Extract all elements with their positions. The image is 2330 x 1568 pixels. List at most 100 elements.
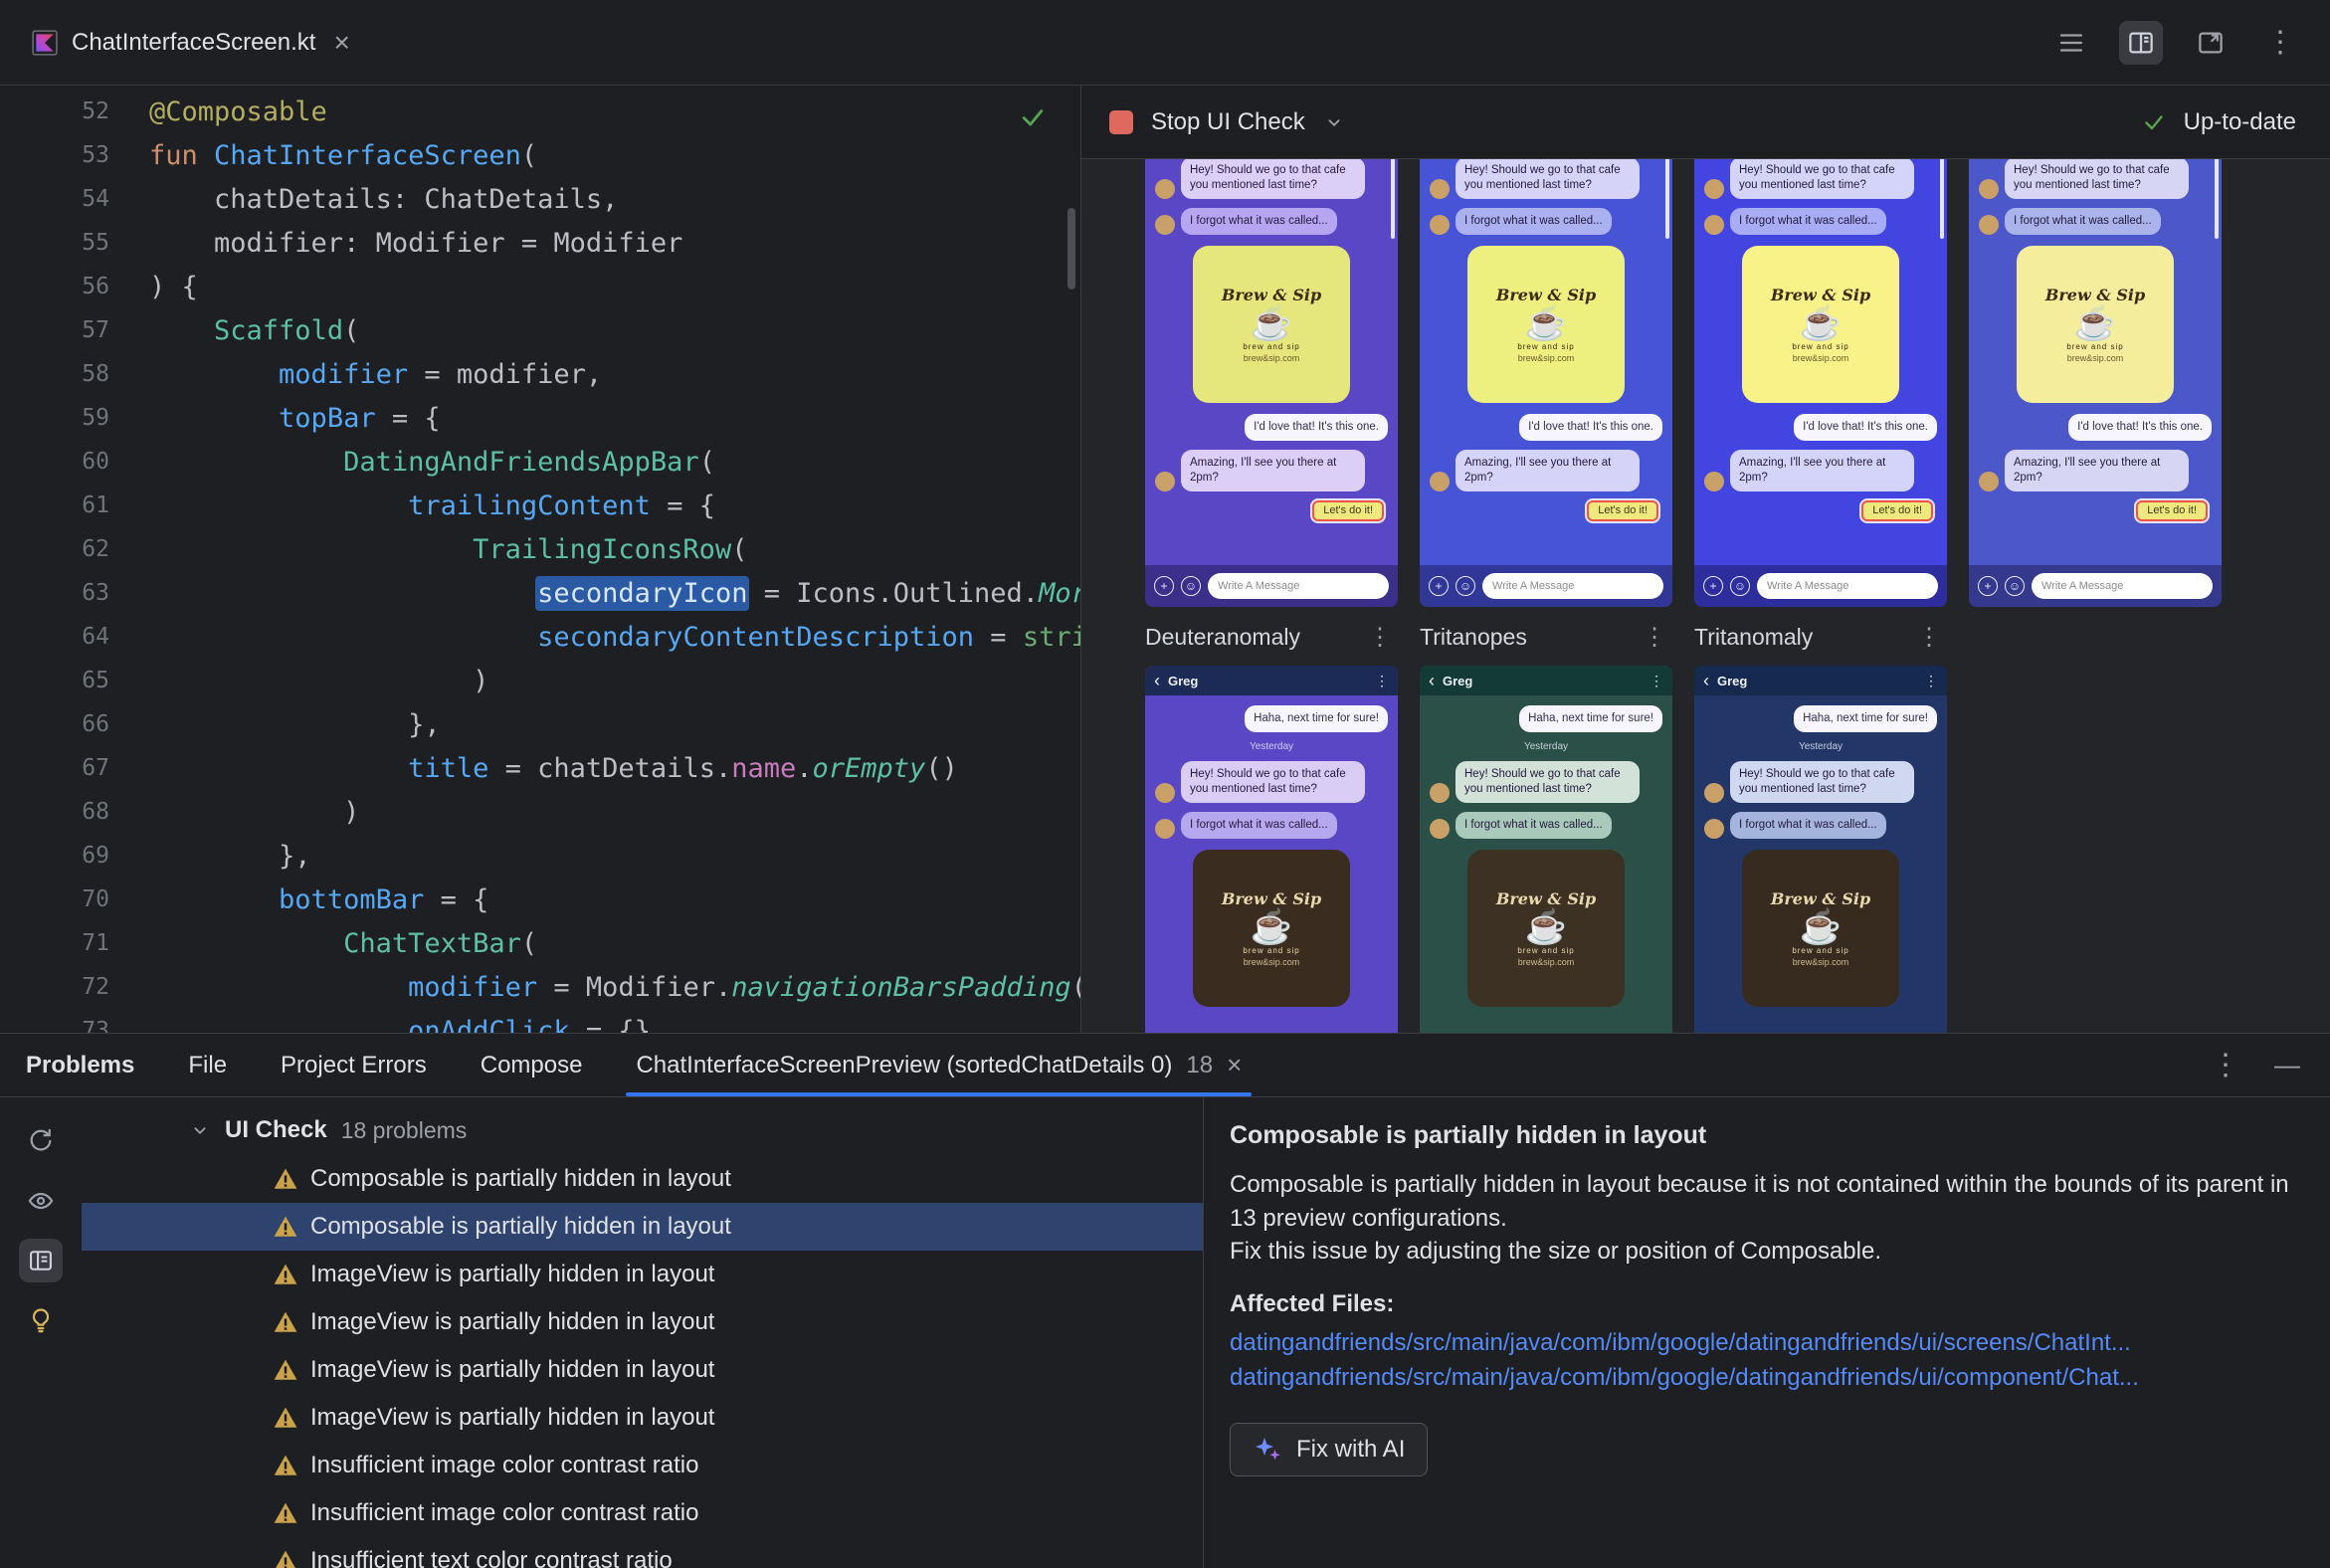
titlebar-kebab-icon[interactable]: ⋮ — [2258, 21, 2302, 65]
phone-chat-body: Haha, next time for sure! Yesterday Hey! S… — [1694, 695, 1947, 1033]
preview-phone[interactable]: ‹ Greg ⋮ Haha, next time for sure! Yesterday… — [1420, 666, 1672, 1033]
minimize-panel-icon[interactable]: — — [2274, 1050, 2300, 1080]
chat-bubble: I forgot what it was called... — [2005, 207, 2161, 235]
editor-tab-chatinterfacescreen[interactable]: ChatInterfaceScreen.kt × — [22, 0, 364, 85]
phone-scrollbar — [2215, 159, 2219, 239]
coffee-cup-icon: ☕ — [1799, 303, 1843, 342]
panel-kebab-icon[interactable]: ⋮ — [2211, 1050, 2240, 1080]
tab-problems[interactable]: Problems — [26, 1034, 134, 1096]
chevron-down-icon[interactable] — [1323, 111, 1345, 133]
ui-check-tree-header[interactable]: UI Check 18 problems — [82, 1105, 1203, 1155]
refresh-icon[interactable] — [19, 1119, 63, 1163]
problem-item[interactable]: ImageView is partially hidden in layout — [82, 1394, 1203, 1442]
preview-layout-icon[interactable] — [2189, 21, 2233, 65]
phone-kebab-icon: ⋮ — [1375, 672, 1389, 688]
chat-message-row: I forgot what it was called... — [1430, 811, 1662, 839]
tab-ui-check-preview[interactable]: ChatInterfaceScreenPreview (sortedChatDe… — [626, 1034, 1253, 1096]
preview-config-menu-icon[interactable]: ⋮ — [1911, 623, 1947, 652]
warning-icon — [274, 1407, 297, 1428]
coffee-shop-url: brew&sip.com — [1517, 956, 1575, 967]
eye-icon[interactable] — [19, 1179, 63, 1223]
editor-list-icon[interactable] — [2049, 21, 2093, 65]
tab-file[interactable]: File — [188, 1034, 227, 1096]
line-number: 70 — [82, 886, 109, 912]
line-number: 55 — [82, 230, 109, 256]
editor-scrollbar[interactable] — [1068, 208, 1075, 290]
chat-bubble: I'd love that! It's this one. — [1794, 413, 1937, 441]
chat-message-row: I forgot what it was called... — [1979, 207, 2212, 235]
code-text: @Composable — [149, 96, 327, 127]
preview-phone[interactable]: Hey! Should we go to that cafe you menti… — [1145, 159, 1398, 607]
phone-top-bar: ‹ Greg ⋮ — [1145, 666, 1398, 695]
chat-message-row: Amazing, I'll see you there at 2pm? — [1155, 449, 1388, 491]
chat-bubble: Amazing, I'll see you there at 2pm? — [1456, 449, 1640, 491]
preview-phone[interactable]: ‹ Greg ⋮ Haha, next time for sure! Yesterday… — [1694, 666, 1947, 1033]
problem-item[interactable]: ImageView is partially hidden in layout — [82, 1346, 1203, 1394]
avatar — [1155, 214, 1175, 235]
preview-phone[interactable]: Hey! Should we go to that cafe you menti… — [1694, 159, 1947, 607]
chat-bubble: Hey! Should we go to that cafe you menti… — [1181, 159, 1365, 199]
details-view-icon[interactable] — [19, 1239, 63, 1282]
tab-close-icon[interactable]: × — [329, 28, 353, 57]
code-text: bottomBar = { — [279, 883, 489, 915]
problem-item[interactable]: Insufficient image color contrast ratio — [82, 1489, 1203, 1537]
problem-item[interactable]: Composable is partially hidden in layout — [82, 1155, 1203, 1203]
code-text: }, — [149, 708, 441, 740]
problem-item[interactable]: ImageView is partially hidden in layout — [82, 1251, 1203, 1298]
affected-file-link[interactable]: datingandfriends/src/main/java/com/ibm/g… — [1230, 1326, 2300, 1361]
stop-ui-check-button[interactable]: Stop UI Check — [1151, 108, 1305, 136]
chat-message-row: I forgot what it was called... — [1155, 207, 1388, 235]
problem-item[interactable]: Insufficient text color contrast ratio — [82, 1537, 1203, 1568]
chat-message-row: I forgot what it was called... — [1155, 811, 1388, 839]
coffee-cup-icon: ☕ — [1250, 907, 1293, 946]
inspection-ok-icon[interactable] — [1019, 103, 1047, 136]
avatar — [1979, 178, 1999, 199]
coffee-shop-card: Brew & Sip ☕ brew and sip brew&sip.com — [1193, 849, 1350, 1007]
phone-chat-body: Hey! Should we go to that cafe you menti… — [1145, 159, 1398, 565]
split-editor-icon[interactable] — [2119, 20, 2163, 65]
problem-item-label: Composable is partially hidden in layout — [310, 1213, 731, 1240]
fix-with-ai-button[interactable]: Fix with AI — [1230, 1423, 1429, 1477]
phone-top-bar: ‹ Greg ⋮ — [1420, 666, 1672, 695]
phone-chat-body: Haha, next time for sure! Yesterday Hey! S… — [1145, 695, 1398, 1033]
ui-check-header: Stop UI Check Up-to-date — [1081, 86, 2330, 159]
chat-bubble: Haha, next time for sure! — [1519, 705, 1662, 732]
tab-project-errors[interactable]: Project Errors — [281, 1034, 427, 1096]
line-number: 65 — [82, 668, 109, 693]
code-text: modifier = modifier, — [279, 358, 603, 390]
avatar — [1430, 818, 1450, 839]
add-icon: + — [1429, 576, 1449, 596]
preview-config-label: Deuteranomaly — [1145, 624, 1300, 650]
code-text: }, — [149, 840, 311, 872]
line-number: 64 — [82, 624, 109, 650]
ui-check-preview-pane: Stop UI Check Up-to-date Hey! Should we … — [1081, 86, 2330, 1033]
problem-item[interactable]: ImageView is partially hidden in layout — [82, 1298, 1203, 1346]
tab-compose[interactable]: Compose — [481, 1034, 583, 1096]
code-line: 62 TrailingIconsRow( — [0, 527, 1080, 571]
problem-item[interactable]: Insufficient image color contrast ratio — [82, 1442, 1203, 1489]
up-to-date-status: Up-to-date — [2183, 107, 2296, 135]
preview-phone[interactable]: Hey! Should we go to that cafe you menti… — [1969, 159, 2222, 607]
preview-phone[interactable]: Hey! Should we go to that cafe you menti… — [1420, 159, 1672, 607]
line-number: 53 — [82, 142, 109, 168]
lightbulb-icon[interactable] — [19, 1298, 63, 1342]
preview-config-menu-icon[interactable]: ⋮ — [1637, 623, 1672, 652]
back-icon: ‹ — [1703, 671, 1709, 690]
preview-phone[interactable]: ‹ Greg ⋮ Haha, next time for sure! Yesterday… — [1145, 666, 1398, 1033]
code-editor[interactable]: 52 @Composable 53 fun ChatInterfaceScreen(5… — [0, 86, 1081, 1033]
line-number: 57 — [82, 317, 109, 343]
code-text: secondaryIcon = Icons.Outlined.More — [537, 577, 1080, 609]
code-text: onAddClick = {} — [408, 1015, 651, 1034]
coffee-cup-icon: ☕ — [1524, 303, 1568, 342]
coffee-cup-icon: ☕ — [2073, 303, 2117, 342]
problem-item[interactable]: Composable is partially hidden in layout — [82, 1203, 1203, 1251]
preview-config-menu-icon[interactable]: ⋮ — [1362, 623, 1398, 652]
affected-file-link[interactable]: datingandfriends/src/main/java/com/ibm/g… — [1230, 1361, 2300, 1396]
avatar — [1430, 214, 1450, 235]
warning-icon — [274, 1168, 297, 1189]
tab-close-icon[interactable]: × — [1227, 1050, 1242, 1080]
phone-chat-body: Hey! Should we go to that cafe you menti… — [1420, 159, 1672, 565]
preview-canvas[interactable]: Hey! Should we go to that cafe you menti… — [1081, 159, 2330, 1033]
code-line: 63 secondaryIcon = Icons.Outlined.More — [0, 571, 1080, 615]
line-number: 52 — [82, 98, 109, 124]
